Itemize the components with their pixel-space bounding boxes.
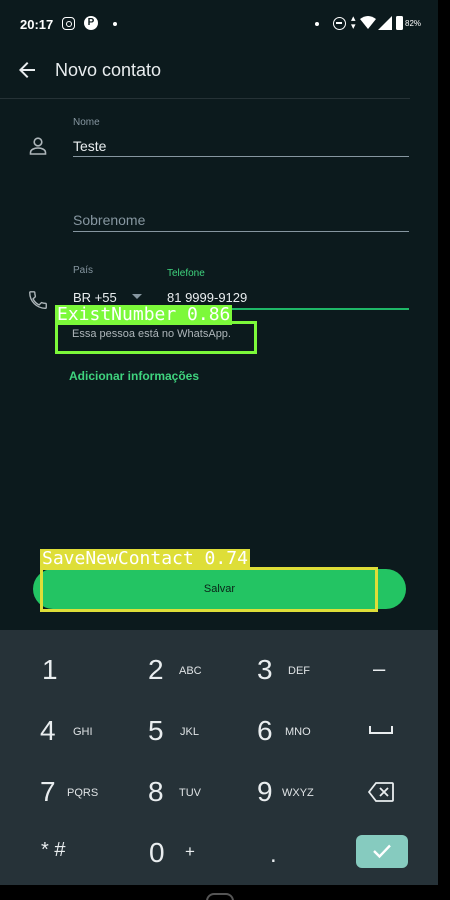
key-space[interactable] <box>327 701 436 761</box>
done-button[interactable] <box>356 835 408 868</box>
key-digit: 0 <box>149 837 165 868</box>
home-pill-icon[interactable] <box>206 893 234 900</box>
key-star-hash[interactable]: * # <box>0 823 109 883</box>
last-name-underline <box>73 231 409 232</box>
screen: 20:17 P ▴ ▾ 82% Novo contato Nome Teste S… <box>0 0 438 885</box>
key-0[interactable]: 0 + <box>109 823 218 883</box>
key-letters: TUV <box>179 787 201 799</box>
key-symbol: . <box>270 841 277 868</box>
notification-dot-icon <box>113 22 117 26</box>
key-letters: DEF <box>288 665 310 677</box>
phone-label: Telefone <box>167 268 205 279</box>
first-name-label: Nome <box>73 117 100 128</box>
key-letters: PQRS <box>67 787 99 799</box>
key-letters: MNO <box>285 726 311 738</box>
detection-label-save-contact: SaveNewContact 0.74 <box>40 548 250 569</box>
key-7[interactable]: 7 PQRS <box>0 762 109 822</box>
key-6[interactable]: 6 MNO <box>218 701 327 761</box>
key-digit: 4 <box>40 715 56 746</box>
key-5[interactable]: 5 JKL <box>109 701 218 761</box>
key-digit: 2 <box>148 654 164 685</box>
key-letters: JKL <box>180 726 199 738</box>
phone-icon <box>29 291 47 309</box>
key-2[interactable]: 2 ABC <box>109 640 218 700</box>
person-icon <box>29 137 47 155</box>
key-3[interactable]: 3 DEF <box>218 640 327 700</box>
dnd-icon <box>333 17 346 30</box>
app-bar: Novo contato <box>0 48 438 98</box>
page-title: Novo contato <box>55 60 162 80</box>
numeric-keypad: 1 2 ABC 3 DEF – 4 GHI 5 JKL 6 MNO 7 PQRS… <box>0 630 438 885</box>
key-digit: 8 <box>148 776 164 807</box>
key-digit: 6 <box>257 715 273 746</box>
key-minus[interactable]: – <box>327 640 436 700</box>
chevron-down-icon[interactable] <box>132 294 142 299</box>
key-digit: 9 <box>257 776 273 807</box>
screen-edge <box>438 0 450 900</box>
key-dot[interactable]: . <box>218 823 327 883</box>
status-bar: 20:17 P ▴ ▾ 82% <box>0 0 438 48</box>
checkmark-icon <box>373 844 391 859</box>
key-letters: GHI <box>73 726 93 738</box>
arrow-left-icon[interactable] <box>15 58 39 82</box>
key-symbol: * # <box>41 839 66 861</box>
first-name-underline <box>73 156 409 157</box>
wifi-icon <box>360 16 376 29</box>
whatsapp-note: Essa pessoa está no WhatsApp. <box>72 328 231 340</box>
key-1[interactable]: 1 <box>0 640 109 700</box>
first-name-input[interactable]: Teste <box>73 138 106 154</box>
key-digit: 1 <box>42 654 58 685</box>
key-9[interactable]: 9 WXYZ <box>218 762 327 822</box>
status-time: 20:17 <box>20 17 54 32</box>
notification-dot-icon <box>315 22 319 26</box>
key-digit: 5 <box>148 715 164 746</box>
add-info-link[interactable]: Adicionar informações <box>69 369 199 383</box>
signal-icon <box>378 16 392 30</box>
key-backspace[interactable] <box>327 762 436 822</box>
key-letters: + <box>185 842 195 861</box>
country-select[interactable]: BR +55 <box>73 290 117 305</box>
instagram-icon <box>62 17 75 30</box>
key-symbol: – <box>373 656 386 681</box>
key-letters: WXYZ <box>282 787 314 799</box>
space-icon <box>369 726 393 734</box>
divider <box>0 98 410 99</box>
key-digit: 7 <box>40 776 56 807</box>
battery-percent: 82% <box>405 19 422 28</box>
data-arrows-icon: ▴ ▾ <box>351 13 356 31</box>
pinterest-icon: P <box>84 16 98 30</box>
last-name-input[interactable]: Sobrenome <box>73 212 145 228</box>
key-digit: 3 <box>257 654 273 685</box>
detection-box-save-contact <box>40 567 378 612</box>
country-label: País <box>73 265 94 276</box>
backspace-icon <box>368 782 394 802</box>
key-4[interactable]: 4 GHI <box>0 701 109 761</box>
key-letters: ABC <box>179 665 202 677</box>
key-8[interactable]: 8 TUV <box>109 762 218 822</box>
battery-icon <box>396 16 403 30</box>
phone-input[interactable]: 81 9999-9129 <box>167 290 247 305</box>
